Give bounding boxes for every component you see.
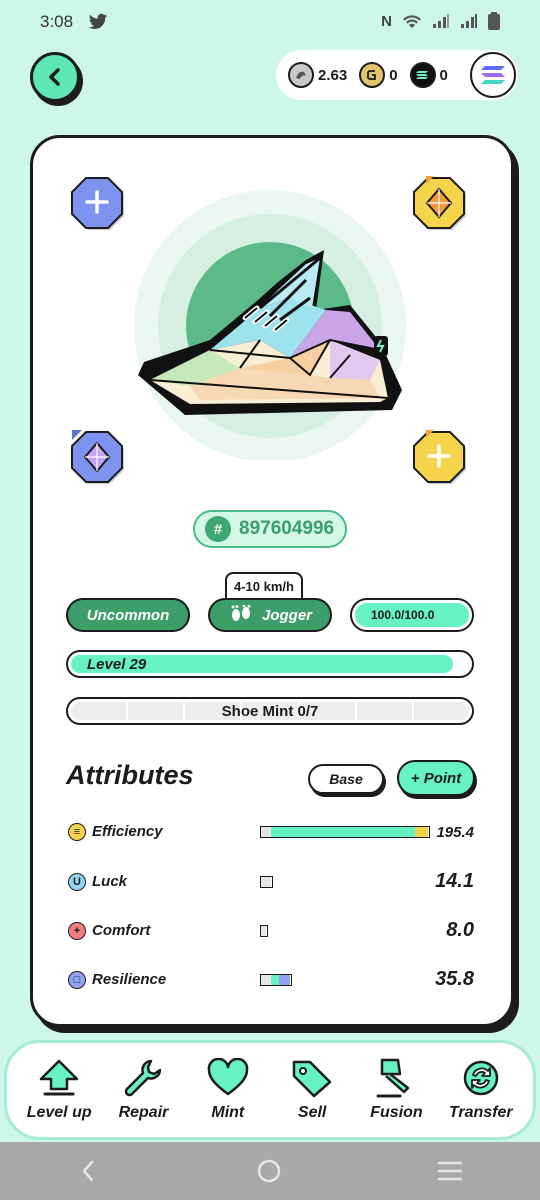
sell-button[interactable]: Sell (272, 1058, 352, 1122)
resilience-bar (260, 974, 292, 986)
luck-icon: U (68, 873, 86, 891)
footprints-icon (231, 605, 251, 621)
socket-bottom-left-gem[interactable] (70, 430, 128, 488)
mint-label: Mint (211, 1104, 245, 1121)
balance-gmt: 0 (359, 62, 398, 88)
nfc-icon: N (381, 12, 392, 30)
sneaker-type-label: Jogger (261, 606, 312, 624)
durability-value: 100.0/100.0 (371, 608, 435, 622)
transfer-button[interactable]: Transfer (441, 1058, 521, 1122)
solana-icon (481, 66, 505, 84)
durability-fill: 100.0/100.0 (355, 603, 469, 627)
sneaker-image (134, 190, 406, 460)
attribute-name: Luck (92, 873, 128, 890)
attribute-row-luck: U Luck 14.1 (68, 867, 476, 897)
sneaker-id-badge[interactable]: # 897604996 (193, 510, 347, 548)
chain-selector-button[interactable] (470, 52, 516, 98)
socket-top-left-add[interactable] (70, 176, 128, 234)
hash-icon: # (205, 516, 231, 542)
level-up-arrow-icon (39, 1059, 79, 1096)
sol-coin-icon (409, 62, 436, 88)
attribute-name: Resilience (92, 971, 167, 988)
attributes-title: Attributes (66, 760, 194, 790)
attribute-value: 14.1 (435, 870, 474, 892)
efficiency-icon: ≡ (68, 823, 86, 841)
balance-sol: 0 (409, 62, 448, 88)
attribute-row-comfort: + Comfort 8.0 (68, 916, 476, 946)
resilience-icon: □ (68, 971, 86, 989)
gst-coin-icon (288, 62, 314, 88)
battery-icon (488, 12, 500, 30)
transfer-arrows-icon (463, 1060, 499, 1096)
status-time: 3:08 (40, 12, 74, 31)
sneaker-type-badge: Jogger (208, 598, 332, 632)
fusion-label: Fusion (370, 1104, 423, 1121)
attribute-value: 8.0 (446, 919, 474, 941)
attribute-name: Efficiency (92, 823, 163, 840)
comfort-bar (260, 925, 268, 937)
attribute-value: 35.8 (435, 968, 474, 990)
rarity-badge: Uncommon (66, 598, 190, 632)
status-bar: 3:08 N (0, 0, 540, 44)
signal-icon (433, 14, 449, 28)
level-label: Level 29 (87, 655, 147, 673)
sell-label: Sell (297, 1104, 327, 1121)
level-up-label: Level up (26, 1104, 92, 1121)
level-fill: Level 29 (71, 655, 454, 673)
gmt-balance-value: 0 (389, 66, 398, 84)
gmt-coin-icon (359, 62, 386, 88)
socket-bottom-right-add[interactable] (412, 430, 470, 488)
transfer-label: Transfer (448, 1104, 513, 1121)
chevron-left-icon (49, 68, 60, 86)
system-icons: N (381, 12, 500, 30)
recents-nav-icon[interactable] (437, 1159, 463, 1183)
back-button[interactable] (30, 52, 80, 102)
price-tag-icon (292, 1060, 332, 1098)
balance-gst: 2.63 (288, 62, 347, 88)
efficiency-bar (260, 826, 430, 838)
base-button[interactable]: Base (308, 764, 384, 794)
mint-button[interactable]: Mint (188, 1058, 268, 1122)
shoe-mint-label: Shoe Mint 0/7 (221, 702, 319, 720)
durability-bar: 100.0/100.0 (350, 598, 474, 632)
level-bar: Level 29 (66, 650, 474, 678)
home-nav-icon[interactable] (256, 1158, 282, 1184)
gst-balance-value: 2.63 (318, 66, 348, 84)
heart-icon (207, 1058, 249, 1096)
back-nav-icon[interactable] (77, 1159, 101, 1183)
hammer-icon (376, 1058, 410, 1098)
sneaker-id: 897604996 (239, 518, 335, 539)
socket-top-right-gem[interactable] (412, 176, 470, 234)
speed-range-label: 4-10 km/h (225, 572, 303, 598)
comfort-icon: + (68, 922, 86, 940)
signal-icon-2 (461, 14, 477, 28)
wifi-icon (403, 15, 421, 28)
repair-label: Repair (118, 1104, 169, 1121)
sol-balance-value: 0 (439, 66, 448, 84)
luck-bar (260, 876, 273, 888)
attribute-value: 195.4 (436, 824, 474, 841)
attribute-row-resilience: □ Resilience 35.8 (68, 965, 476, 995)
repair-button[interactable]: Repair (103, 1058, 183, 1122)
attribute-name: Comfort (92, 922, 151, 939)
attribute-row-efficiency: ≡ Efficiency 195.4 (68, 817, 476, 847)
wrench-icon (125, 1059, 162, 1097)
action-bar: Level up Repair Mint Sell Fusion Transfe… (4, 1040, 536, 1140)
level-up-button[interactable]: Level up (19, 1058, 99, 1122)
add-point-button[interactable]: + Point (397, 760, 475, 796)
fusion-button[interactable]: Fusion (356, 1058, 436, 1122)
system-navigation-bar (0, 1142, 540, 1200)
twitter-icon (88, 13, 108, 29)
